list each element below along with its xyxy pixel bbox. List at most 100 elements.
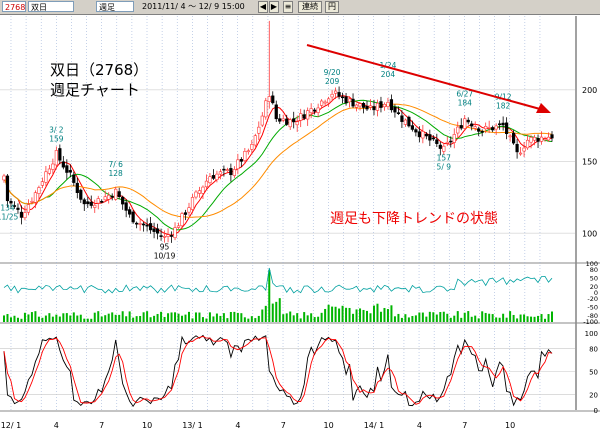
candle-body — [410, 125, 414, 130]
candle-body — [313, 109, 317, 112]
candle-body — [403, 119, 408, 125]
x-tick-label: 7 — [462, 421, 467, 430]
volume-bar — [400, 317, 403, 322]
toolbar: 2768 双日 週足 2011/11/ 4 〜 12/ 9 15:00 ◀ ▶ … — [0, 0, 600, 15]
volume-bar — [30, 312, 33, 322]
menu-button[interactable]: ≡ — [283, 1, 293, 13]
volume-bar — [215, 313, 218, 322]
candle-body — [536, 138, 540, 142]
volume-bar — [509, 311, 512, 322]
stock-code-field[interactable]: 2768 — [2, 1, 26, 12]
volume-bar — [55, 314, 58, 322]
candle-body — [222, 168, 226, 171]
candle-body — [292, 118, 296, 123]
volume-bar — [383, 307, 386, 322]
trend-comment: 週足も下降トレンドの状態 — [330, 211, 498, 227]
volume-bar — [421, 312, 424, 322]
candle-body — [232, 169, 236, 176]
candle-body — [107, 195, 111, 200]
volume-bar — [254, 318, 257, 322]
volume-bar — [547, 314, 550, 322]
candle-body — [463, 118, 467, 129]
candle-body — [93, 204, 97, 208]
mark-date: 6/27 — [456, 90, 473, 99]
candle-body — [121, 196, 125, 205]
volume-bar — [334, 306, 337, 322]
x-tick-label: 10 — [142, 421, 152, 430]
volume-bar — [142, 312, 145, 322]
x-tick-label: 12/ 1 — [1, 421, 22, 430]
candle-body — [229, 168, 233, 176]
candle-body — [250, 144, 254, 150]
candle-body — [169, 235, 174, 237]
candle-body — [218, 171, 223, 175]
volume-bar — [268, 270, 271, 322]
volume-bar — [474, 315, 477, 322]
candle-body — [96, 198, 100, 204]
candle-body — [337, 92, 341, 97]
candle-body — [285, 118, 289, 125]
candle-body — [375, 102, 380, 111]
date-range: 2011/11/ 4 〜 12/ 9 15:00 — [142, 2, 245, 11]
volume-bar — [198, 312, 201, 322]
stock-name-field[interactable]: 双日 — [28, 1, 74, 12]
volume-bar — [345, 307, 348, 322]
volume-bar — [128, 311, 131, 322]
volume-bar — [146, 311, 149, 322]
candle-body — [445, 141, 449, 144]
volume-bar — [355, 309, 358, 322]
volume-ratio-line — [3, 267, 553, 294]
candle-body — [487, 127, 491, 129]
volume-bar — [208, 312, 211, 322]
volume-bar — [495, 317, 498, 322]
volume-bar — [107, 313, 110, 322]
yen-button[interactable]: 円 — [325, 1, 339, 13]
candle-body — [438, 144, 442, 149]
candle-body — [522, 147, 526, 152]
volume-bar — [37, 316, 40, 322]
volume-bar — [20, 318, 23, 322]
mark-date: 11/25 — [0, 213, 19, 222]
volume-bar — [184, 314, 187, 322]
volume-bar — [411, 316, 414, 322]
volume-bar — [44, 315, 47, 322]
candle-body — [135, 222, 139, 225]
volume-bar — [397, 313, 400, 322]
volume-bar — [460, 317, 463, 322]
volume-bar — [327, 304, 330, 322]
candle-body — [100, 200, 104, 203]
candle-body — [484, 126, 488, 130]
volume-bar — [6, 314, 9, 322]
candle-body — [225, 169, 229, 171]
stoch-tick-label: 100 — [585, 330, 598, 338]
continuous-button[interactable]: 連続 — [298, 1, 322, 13]
volume-bar — [533, 316, 536, 322]
volume-bar — [348, 307, 351, 322]
candle-body — [128, 209, 132, 215]
candle-body — [44, 171, 48, 183]
annotations: 双日（2768） 週足チャート 週足も下降トレンドの状態 — [50, 44, 551, 227]
mark-value: 157 — [437, 153, 452, 162]
mark-date: 10/19 — [154, 251, 176, 260]
candle-body — [477, 128, 481, 132]
mark-value: 209 — [325, 77, 340, 86]
volume-bar — [250, 316, 253, 322]
scroll-right-button[interactable]: ▶ — [269, 1, 279, 13]
volume-bar — [407, 317, 410, 322]
candle-body — [173, 227, 177, 239]
volume-bar — [467, 311, 470, 322]
period-select[interactable]: 週足 — [96, 1, 134, 12]
volume-bar — [299, 318, 302, 322]
volratio-tick-label: -100 — [583, 318, 598, 326]
volume-bar — [48, 313, 51, 322]
volume-bar — [34, 311, 37, 322]
candle-body — [236, 159, 240, 170]
candle-body — [428, 134, 432, 141]
candle-body — [79, 189, 83, 200]
candle-body — [379, 101, 383, 108]
candle-body — [393, 106, 397, 113]
scroll-left-button[interactable]: ◀ — [258, 1, 268, 13]
candle-body — [302, 114, 306, 119]
candle-body — [82, 199, 86, 205]
x-tick-label: 4 — [235, 421, 240, 430]
